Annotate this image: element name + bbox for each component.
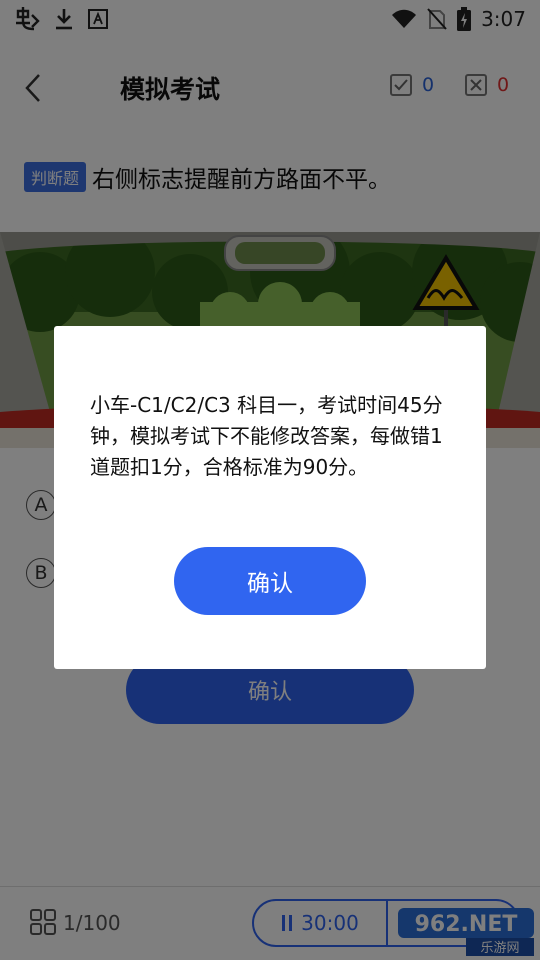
exam-info-dialog: 小车-C1/C2/C3 科目一，考试时间45分钟，模拟考试下不能修改答案，每做错… xyxy=(54,326,486,669)
dialog-confirm-button[interactable]: 确认 xyxy=(174,547,366,615)
dialog-message: 小车-C1/C2/C3 科目一，考试时间45分钟，模拟考试下不能修改答案，每做错… xyxy=(90,393,443,479)
